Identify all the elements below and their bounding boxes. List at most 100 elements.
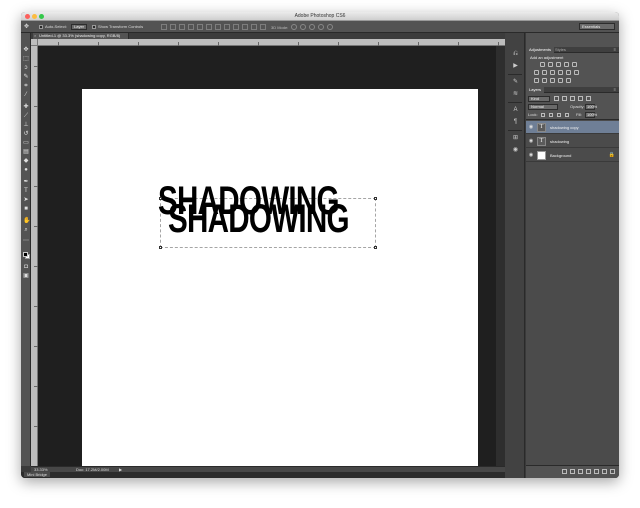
info-panel-icon[interactable]: ◉ (512, 147, 519, 154)
transform-handle[interactable] (374, 197, 377, 200)
layer-kind-filter[interactable]: Kind (528, 96, 550, 102)
visibility-eye-icon[interactable]: ◉ (528, 152, 534, 158)
align-hcenter-icon[interactable] (197, 24, 203, 30)
delete-layer-icon[interactable] (610, 469, 615, 474)
3d-pan-icon[interactable] (309, 24, 316, 30)
fill-field[interactable]: 100% (585, 112, 597, 118)
clone-stamp-tool-icon[interactable]: ⊥ (23, 122, 29, 128)
lock-all-icon[interactable] (565, 113, 569, 117)
layers-panel-menu-icon[interactable]: ≡ (614, 87, 616, 93)
posterize-icon[interactable] (542, 78, 547, 83)
new-adjustment-icon[interactable] (586, 469, 591, 474)
move-tool-icon[interactable]: ✥ (23, 47, 29, 53)
align-right-icon[interactable] (206, 24, 212, 30)
history-panel-icon[interactable]: ⎌ (512, 51, 519, 58)
lock-transparency-icon[interactable] (541, 113, 545, 117)
screen-mode-icon[interactable]: ▣ (23, 273, 29, 279)
transform-handle[interactable] (374, 246, 377, 249)
hand-tool-icon[interactable]: ✋ (23, 218, 30, 224)
layer-name[interactable]: shadowing (550, 135, 569, 148)
3d-slide-icon[interactable] (318, 24, 325, 30)
exposure-icon[interactable] (564, 62, 569, 67)
opacity-field[interactable]: 100% (585, 104, 597, 110)
brush-panel-icon[interactable]: ✎ (512, 79, 519, 86)
color-lookup-icon[interactable] (574, 70, 579, 75)
channel-mixer-icon[interactable] (566, 70, 571, 75)
align-left-icon[interactable] (188, 24, 194, 30)
align-top-icon[interactable] (161, 24, 167, 30)
auto-select-checkbox[interactable] (39, 25, 43, 29)
tab-layers[interactable]: Layers (526, 87, 545, 93)
properties-panel-icon[interactable]: ⊞ (512, 135, 519, 142)
layer-name[interactable]: shadowing copy (550, 121, 579, 134)
layer-row[interactable]: ◉ T shadowing copy (526, 121, 619, 134)
lock-position-icon[interactable] (557, 113, 561, 117)
character-panel-icon[interactable]: A (512, 107, 519, 114)
lock-pixels-icon[interactable] (549, 113, 553, 117)
move-tool-icon[interactable]: ✥ (24, 24, 34, 30)
color-balance-icon[interactable] (542, 70, 547, 75)
eraser-tool-icon[interactable]: ▭ (23, 140, 29, 146)
layer-row[interactable]: ◉ T shadowing (526, 135, 619, 148)
eyedropper-tool-icon[interactable]: ⁄ (23, 92, 29, 98)
foreground-color-swatch[interactable] (23, 252, 28, 257)
align-bottom-icon[interactable] (179, 24, 185, 30)
distribute-bottom-icon[interactable] (233, 24, 239, 30)
actions-panel-icon[interactable]: ▶ (512, 63, 519, 70)
crop-tool-icon[interactable]: ⌗ (23, 83, 29, 89)
canvas-vertical-scrollbar[interactable] (496, 46, 505, 466)
transform-handle[interactable] (159, 246, 162, 249)
curves-icon[interactable] (556, 62, 561, 67)
3d-scale-icon[interactable] (327, 24, 334, 30)
quick-select-tool-icon[interactable]: ✎ (23, 74, 29, 80)
link-layers-icon[interactable] (562, 469, 567, 474)
visibility-eye-icon[interactable]: ◉ (528, 124, 534, 130)
distribute-hcenter-icon[interactable] (251, 24, 257, 30)
lasso-tool-icon[interactable]: ↄ (23, 65, 29, 71)
brush-tool-icon[interactable]: ⟋ (23, 113, 29, 119)
transform-handle[interactable] (159, 197, 162, 200)
distribute-vcenter-icon[interactable] (224, 24, 230, 30)
text-bounding-box[interactable] (159, 197, 377, 249)
pixel-filter-icon[interactable] (554, 96, 559, 101)
vertical-ruler[interactable] (31, 46, 38, 466)
type-tool-icon[interactable]: T (23, 188, 29, 194)
vibrance-icon[interactable] (572, 62, 577, 67)
align-vcenter-icon[interactable] (170, 24, 176, 30)
3d-roll-icon[interactable] (300, 24, 307, 30)
gradient-tool-icon[interactable]: ▤ (23, 149, 29, 155)
ruler-origin[interactable] (31, 39, 38, 46)
shape-filter-icon[interactable] (578, 96, 583, 101)
tab-styles[interactable]: Styles (552, 47, 569, 53)
horizontal-ruler[interactable] (38, 39, 505, 46)
blend-mode-dropdown[interactable]: Normal (528, 104, 558, 110)
workspace-switcher[interactable]: Essentials (579, 23, 615, 30)
black-white-icon[interactable] (550, 70, 555, 75)
smart-object-filter-icon[interactable] (586, 96, 591, 101)
hue-saturation-icon[interactable] (534, 70, 539, 75)
dodge-tool-icon[interactable]: ● (23, 167, 29, 173)
blur-tool-icon[interactable]: ◆ (23, 158, 29, 164)
add-mask-icon[interactable] (578, 469, 583, 474)
mini-bridge-tab[interactable]: Mini Bridge (24, 472, 51, 477)
gradient-map-icon[interactable] (558, 78, 563, 83)
invert-icon[interactable] (534, 78, 539, 83)
shape-tool-icon[interactable]: ■ (23, 206, 29, 212)
panel-menu-icon[interactable]: ≡ (614, 47, 616, 53)
distribute-left-icon[interactable] (242, 24, 248, 30)
extra-tools-icon[interactable]: ⋯ (23, 238, 29, 244)
new-layer-icon[interactable] (602, 469, 607, 474)
layer-row[interactable]: ◉ Background 🔒 (526, 149, 619, 162)
history-brush-tool-icon[interactable]: ↺ (23, 131, 29, 137)
path-selection-tool-icon[interactable]: ➤ (23, 197, 29, 203)
document-canvas[interactable]: SHADOWING SHADOWING (82, 89, 478, 478)
layer-style-icon[interactable] (570, 469, 575, 474)
distribute-top-icon[interactable] (215, 24, 221, 30)
new-group-icon[interactable] (594, 469, 599, 474)
show-transform-checkbox[interactable] (92, 25, 96, 29)
paragraph-panel-icon[interactable]: ¶ (512, 119, 519, 126)
quick-mask-icon[interactable]: ◘ (23, 264, 29, 270)
visibility-eye-icon[interactable]: ◉ (528, 138, 534, 144)
marquee-tool-icon[interactable]: ⬚ (23, 56, 29, 62)
healing-brush-tool-icon[interactable]: ✚ (23, 104, 29, 110)
